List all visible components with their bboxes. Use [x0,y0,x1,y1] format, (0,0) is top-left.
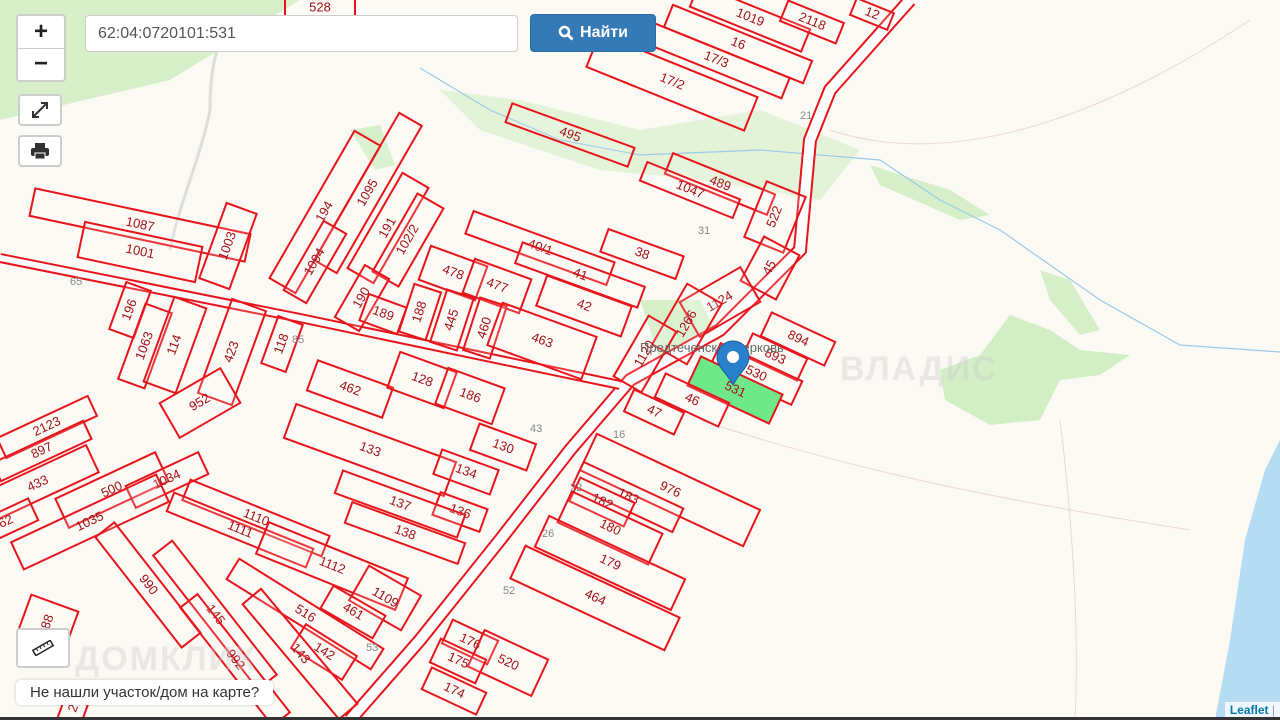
house-number: 21 [800,110,812,122]
parcel[interactable]: 462 [305,359,395,419]
cadastral-search-input[interactable] [85,15,518,52]
parcel[interactable]: 186 [434,366,506,426]
not-found-button[interactable]: Не нашли участок/дом на карте? [16,680,274,705]
ruler-icon [31,640,55,656]
map-canvas[interactable]: 528 1019 2118 121617/317/249548910475224511… [0,0,1280,720]
search-button[interactable]: Найти [530,14,656,52]
house-number: 65 [70,276,82,288]
house-number: 53 [366,642,378,654]
attribution: Leaflet | [1224,702,1280,718]
house-number: 16 [613,429,625,441]
fullscreen-button[interactable] [18,94,62,126]
zoom-control: + − [16,14,66,82]
map[interactable]: 528 1019 2118 12 16 17/3 17/2 495 489 1047 522 45 11… [0,0,1280,720]
leaflet-link[interactable]: Leaflet [1230,703,1269,717]
house-number: 85 [292,334,304,346]
zoom-out-button[interactable]: − [18,49,64,81]
parcel[interactable]: 38 [599,227,685,281]
house-number: 43 [530,423,542,435]
parcel[interactable]: 12 [848,0,896,32]
parcel-number: 528 [309,0,331,14]
water-area [1215,440,1280,720]
house-number: 31 [698,225,710,237]
printer-icon [31,143,49,160]
watermark-domclick: ДОМКЛИК [75,640,258,678]
print-button[interactable] [18,135,62,167]
attribution-separator: | [1271,703,1275,717]
watermark-vladis: ВЛАДИС [840,350,999,388]
house-number: 52 [503,585,515,597]
search-icon [558,25,574,41]
house-number: 22 [570,482,582,494]
search-button-label: Найти [580,24,628,41]
expand-icon [32,102,48,118]
zoom-in-button[interactable]: + [18,16,64,49]
ruler-button[interactable] [16,628,70,668]
house-number: 26 [542,528,554,540]
poi-label: Предтеченская церковь [640,340,784,355]
